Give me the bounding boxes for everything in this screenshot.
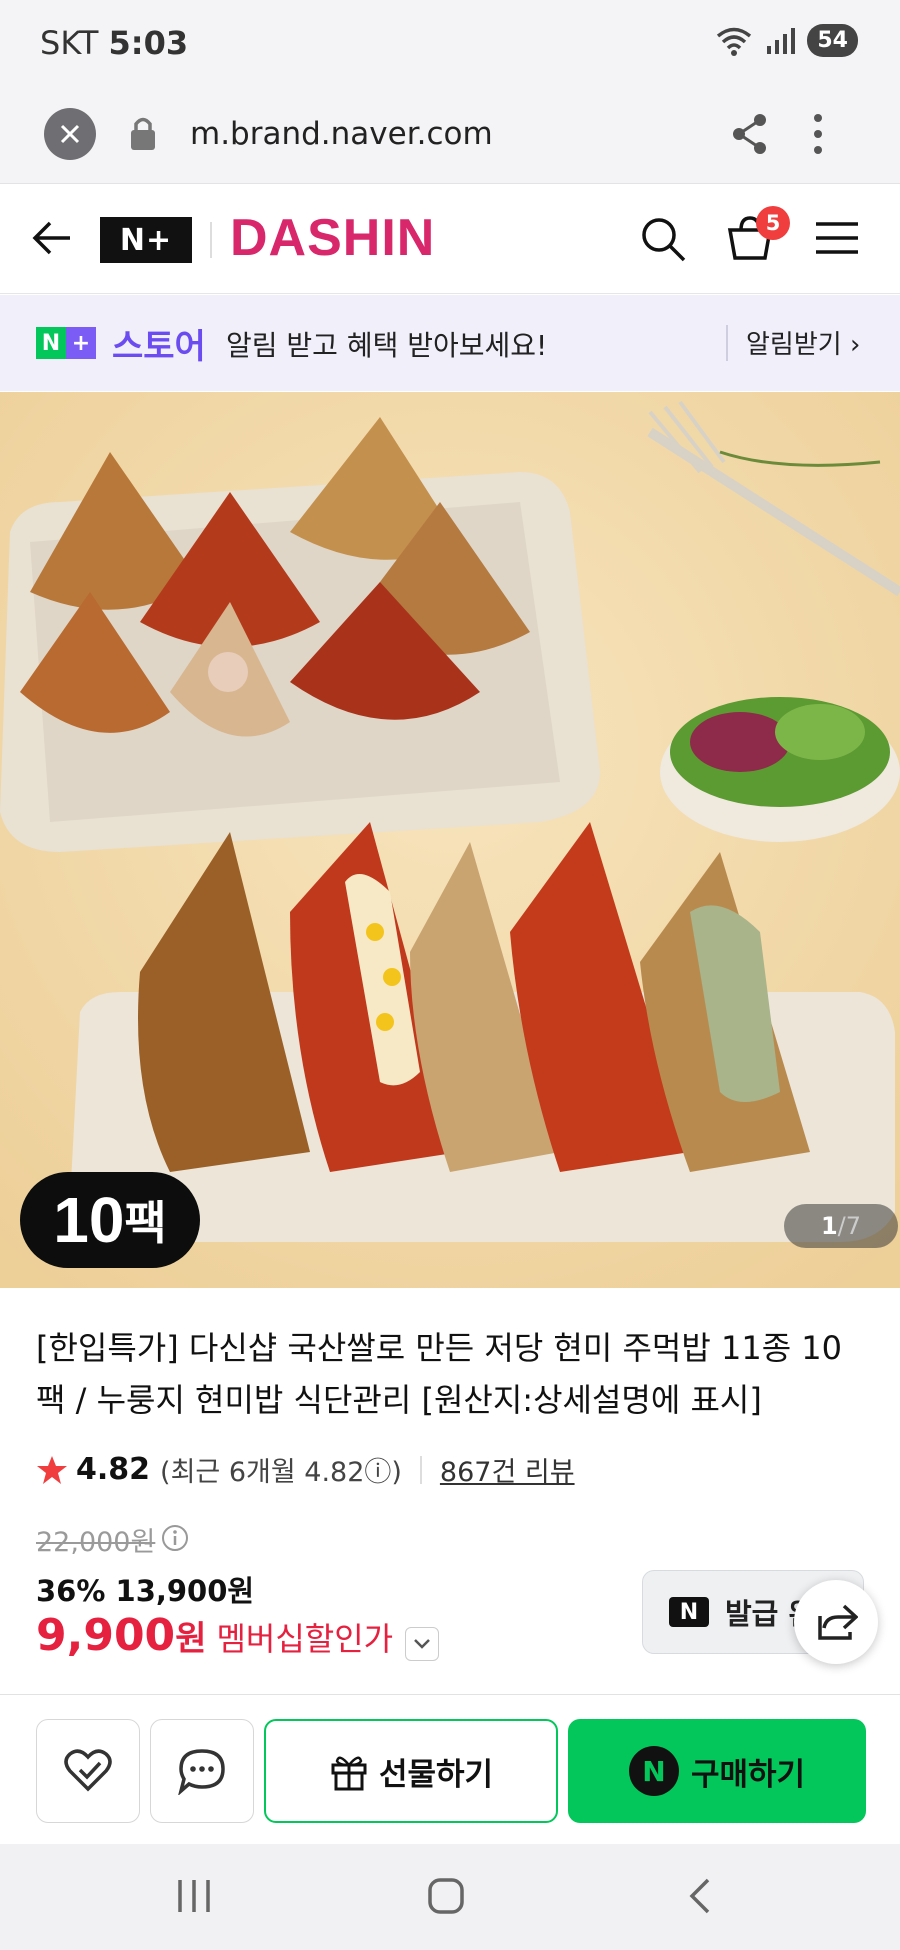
member-price-label: 멤버십할인가 (216, 1620, 394, 1658)
buy-button[interactable]: N 구매하기 (568, 1719, 866, 1823)
chevron-down-icon (414, 1639, 430, 1649)
product-photo (0, 392, 900, 1288)
original-price: 22,000원 (36, 1527, 156, 1558)
member-price-value: 9,900 (36, 1610, 176, 1661)
rating-score: 4.82 (76, 1452, 151, 1487)
divider (419, 1455, 422, 1484)
notice-message: 알림 받고 혜택 받아보세요! (226, 329, 548, 362)
system-navigation-bar (0, 1844, 900, 1950)
membership-price: 9,900 원 멤버십할인가 (36, 1610, 440, 1661)
wifi-icon (717, 27, 752, 56)
naver-plus-logo[interactable]: N+ (100, 217, 192, 263)
brand-header: N+ DASHIN 5 (0, 184, 900, 294)
back-arrow-icon[interactable] (30, 218, 74, 258)
status-bar: SKT 5:03 54 (0, 0, 900, 88)
search-icon[interactable] (638, 214, 688, 264)
gift-button[interactable]: 선물하기 (264, 1719, 558, 1823)
close-icon (60, 124, 80, 144)
clock: 5:03 (108, 24, 189, 62)
store-notice-banner: N + 스토어 알림 받고 혜택 받아보세요! 알림받기 › (0, 295, 900, 391)
wishlist-button[interactable] (36, 1719, 140, 1823)
share-floating-button[interactable] (794, 1580, 878, 1664)
review-count-link[interactable]: 867건 리뷰 (440, 1450, 575, 1489)
url-text[interactable]: m.brand.naver.com (190, 116, 493, 152)
product-title: [한입특가] 다신샵 국산쌀로 만든 저당 현미 주먹밥 11종 10팩 / 누… (36, 1329, 843, 1419)
recent-apps-icon[interactable] (176, 1876, 212, 1916)
store-label: 스토어 (112, 327, 206, 367)
info-icon[interactable] (160, 1523, 190, 1553)
signal-icon (767, 27, 796, 54)
divider (210, 222, 212, 258)
share-icon[interactable] (730, 112, 770, 156)
heart-check-icon (64, 1749, 112, 1792)
back-icon[interactable] (684, 1876, 714, 1916)
expand-price-button[interactable] (405, 1627, 440, 1661)
naver-coupon-icon: N (669, 1597, 709, 1627)
divider (726, 325, 728, 361)
rating-row: 4.82 (최근 6개월 4.82ⓘ) 867건 리뷰 (36, 1450, 575, 1489)
naver-plus-icon: N + (36, 327, 96, 359)
chat-bubble-icon (178, 1749, 225, 1795)
star-icon (37, 1455, 67, 1484)
chat-inquiry-button[interactable] (150, 1719, 254, 1823)
home-icon[interactable] (426, 1876, 466, 1916)
discount-price: 36% 13,900원 (36, 1574, 255, 1608)
lock-icon (131, 117, 155, 150)
hamburger-menu-icon[interactable] (814, 220, 860, 256)
carrier: SKT (40, 24, 99, 62)
pack-count-badge: 10 팩 (20, 1172, 200, 1268)
browser-address-bar: m.brand.naver.com (0, 88, 900, 184)
rating-detail[interactable]: (최근 6개월 4.82ⓘ) (160, 1450, 402, 1489)
naver-pay-icon: N (628, 1746, 679, 1796)
image-counter: 1/7 (784, 1204, 898, 1248)
more-options-icon[interactable] (812, 112, 824, 156)
subscribe-notification-button[interactable]: 알림받기 › (746, 324, 860, 361)
close-tab-button[interactable] (44, 108, 96, 160)
share-arrow-icon (818, 1604, 858, 1640)
brand-logo[interactable]: DASHIN (230, 208, 435, 268)
bottom-action-bar: 선물하기 N 구매하기 (0, 1694, 900, 1844)
gift-icon (331, 1756, 367, 1791)
product-image-carousel[interactable]: 10 팩 1/7 (0, 392, 900, 1288)
cart-count-badge: 5 (756, 206, 790, 240)
battery-indicator: 54 (807, 24, 858, 57)
